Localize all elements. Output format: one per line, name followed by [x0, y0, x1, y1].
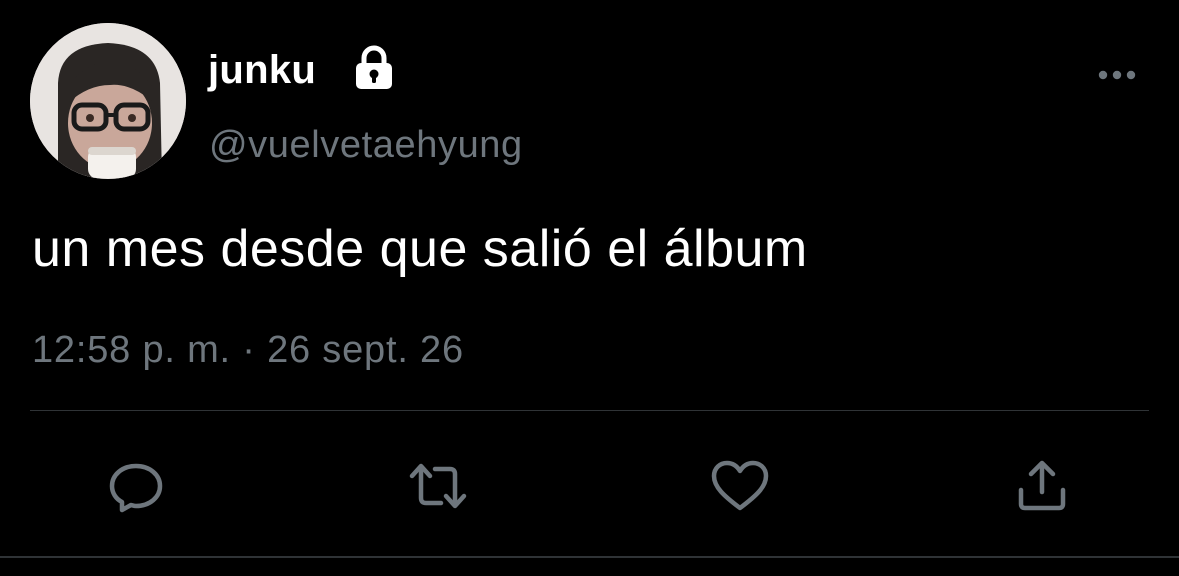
retweet-icon: [409, 463, 467, 509]
reply-button[interactable]: [106, 458, 166, 514]
more-horizontal-icon: [1098, 70, 1136, 80]
display-name[interactable]: junku: [208, 44, 316, 96]
share-button[interactable]: [1012, 458, 1072, 514]
retweet-button[interactable]: [408, 458, 468, 514]
tweet-text: un mes desde que salió el álbum: [32, 220, 808, 278]
username[interactable]: @vuelvetaehyung: [209, 120, 523, 170]
bottom-divider: [0, 556, 1179, 558]
avatar[interactable]: [30, 23, 186, 179]
reply-icon: [109, 463, 163, 513]
timestamp[interactable]: 12:58 p. m. · 26 sept. 26: [32, 325, 464, 375]
divider: [30, 410, 1149, 411]
heart-icon: [711, 460, 769, 511]
more-options-button[interactable]: [1094, 58, 1140, 92]
share-icon: [1018, 460, 1066, 511]
tweet: junku @vuelvetaehyung un mes desde que s…: [0, 0, 1179, 576]
avatar-image: [30, 23, 186, 179]
like-button[interactable]: [710, 458, 770, 514]
lock-icon: [356, 45, 392, 89]
